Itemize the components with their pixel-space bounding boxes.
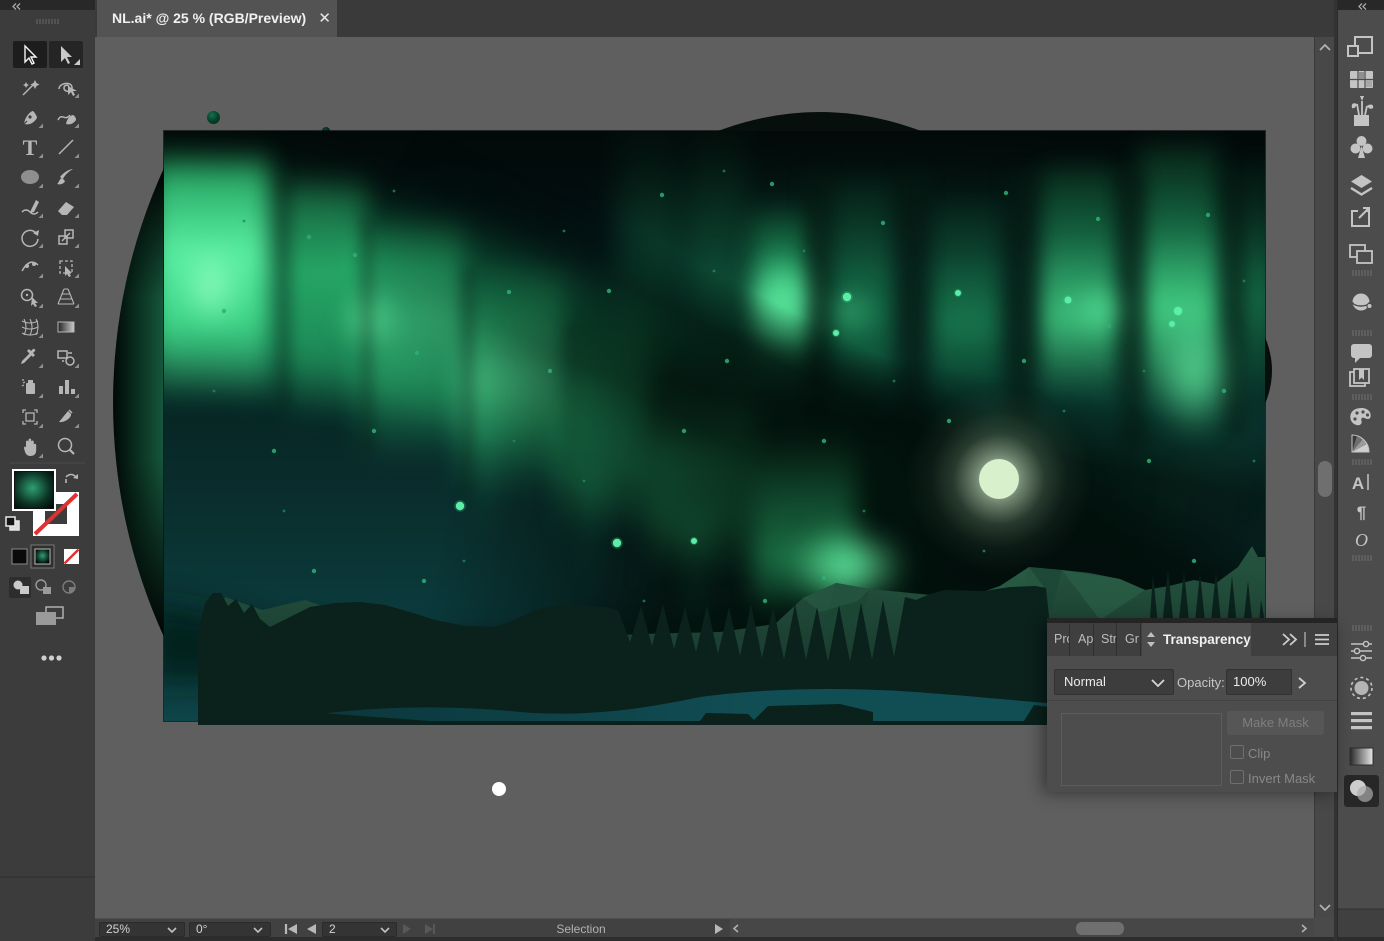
svg-text:¶: ¶ <box>1357 503 1366 522</box>
svg-text:T: T <box>23 135 38 160</box>
svg-text:O: O <box>1355 530 1368 550</box>
svg-text:A: A <box>1352 474 1364 493</box>
